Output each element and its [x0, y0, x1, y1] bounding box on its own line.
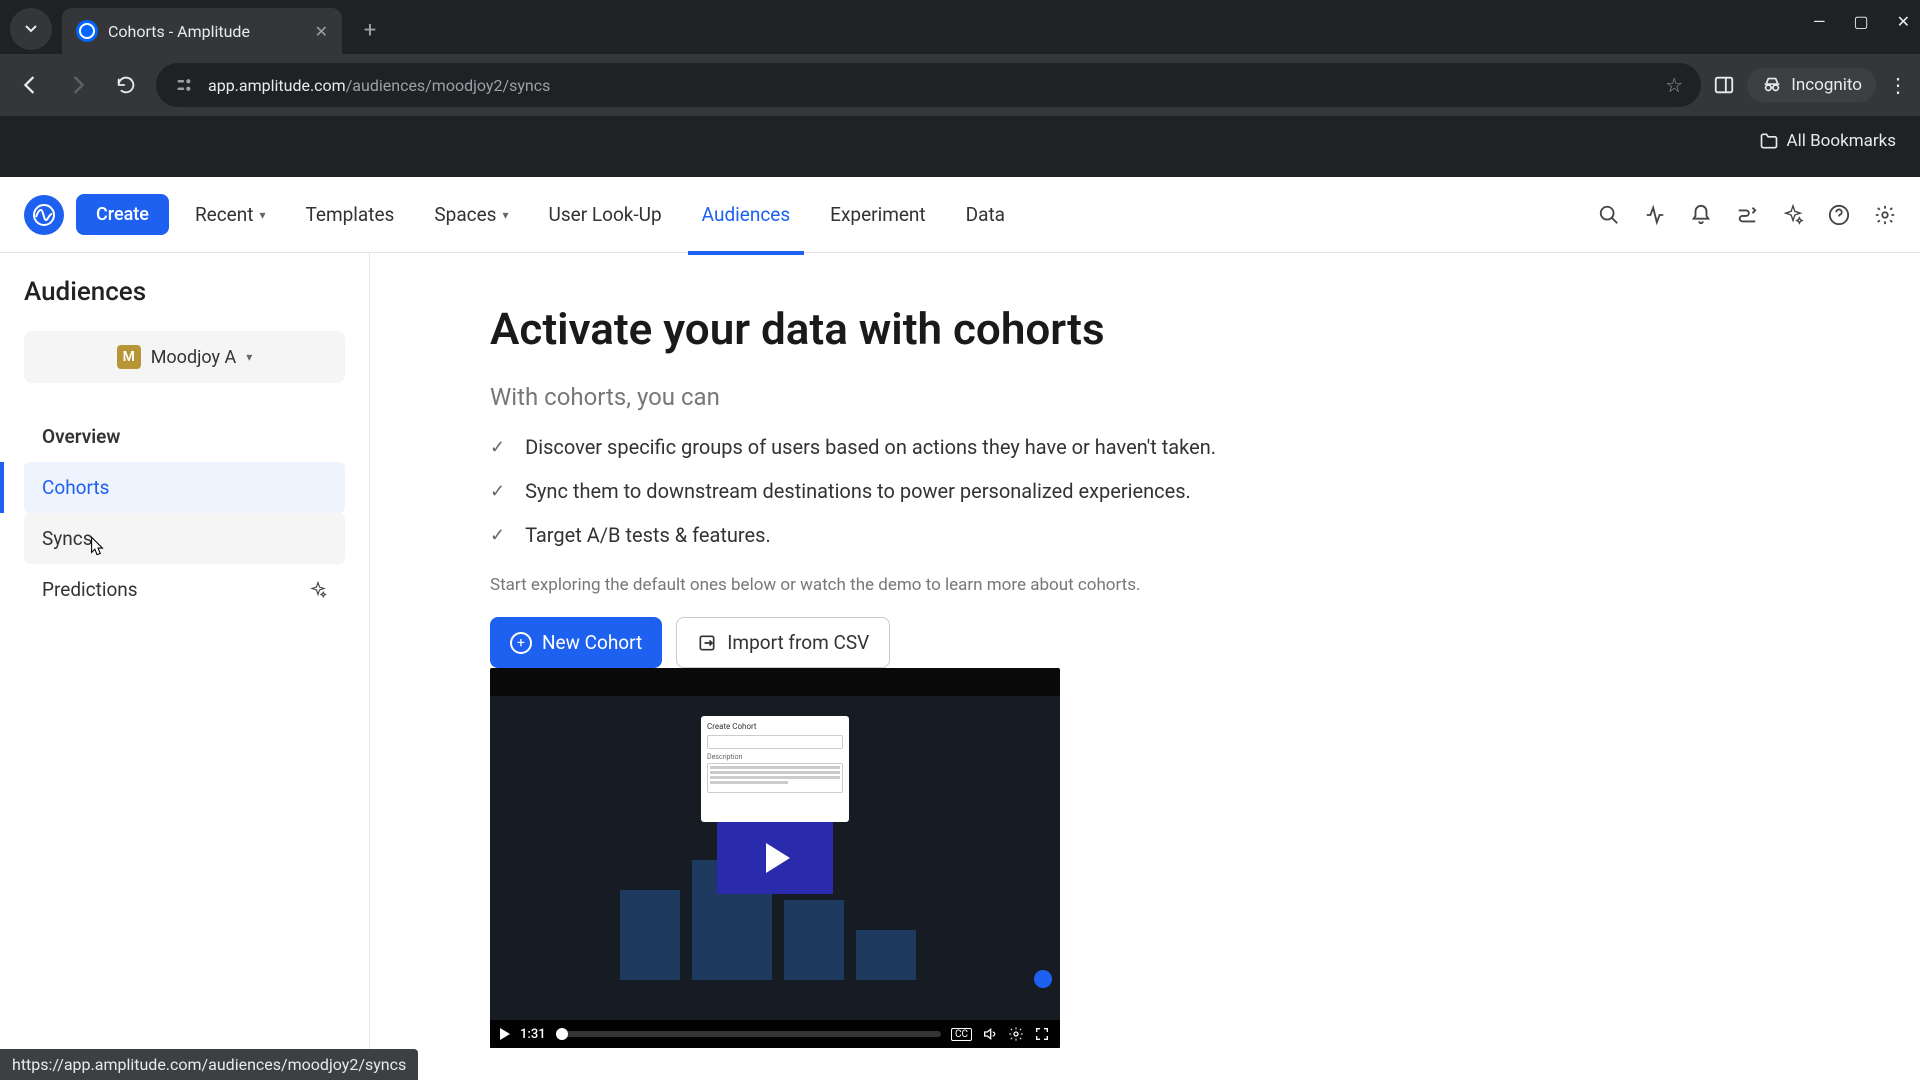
maximize-icon[interactable]: ▢ — [1853, 12, 1868, 31]
browser-menu-icon[interactable]: ⋮ — [1888, 73, 1908, 97]
nav-spaces[interactable]: Spaces ▾ — [420, 193, 522, 236]
tab-title: Cohorts - Amplitude — [108, 22, 305, 41]
video-time: 1:31 — [520, 1027, 546, 1042]
amplitude-favicon-icon — [76, 20, 98, 42]
close-icon[interactable]: ✕ — [315, 22, 328, 41]
browser-tab[interactable]: Cohorts - Amplitude ✕ — [62, 8, 342, 54]
play-icon — [766, 843, 790, 873]
nav-recent[interactable]: Recent ▾ — [181, 193, 280, 236]
arrow-left-icon — [19, 74, 41, 96]
url-field[interactable]: app.amplitude.com/audiences/moodjoy2/syn… — [156, 63, 1701, 107]
sidebar-item-predictions[interactable]: Predictions — [24, 564, 345, 615]
nav-user-lookup[interactable]: User Look-Up — [535, 193, 676, 236]
new-cohort-button[interactable]: + New Cohort — [490, 617, 662, 668]
bookmark-star-icon[interactable]: ☆ — [1665, 73, 1683, 97]
chevron-down-icon: ▾ — [259, 208, 265, 222]
sidebar-item-cohorts[interactable]: Cohorts — [24, 462, 345, 513]
chevron-down-icon: ▾ — [246, 350, 252, 364]
sidebar-nav: Overview Cohorts Syncs Predictions — [24, 411, 345, 615]
side-panel-icon[interactable] — [1713, 74, 1735, 96]
window-controls: — ▢ ✕ — [1813, 12, 1910, 31]
flow-icon[interactable] — [1736, 204, 1758, 226]
chevron-down-icon — [24, 22, 38, 36]
bookmarks-bar: All Bookmarks — [0, 116, 1920, 166]
address-bar: app.amplitude.com/audiences/moodjoy2/syn… — [0, 54, 1920, 116]
folder-icon — [1759, 131, 1779, 151]
sidebar-title: Audiences — [24, 277, 345, 307]
fullscreen-icon[interactable] — [1034, 1026, 1050, 1042]
url-text: app.amplitude.com/audiences/moodjoy2/syn… — [208, 76, 550, 95]
app-body: Audiences M Moodjoy A ▾ Overview Cohorts… — [0, 253, 1920, 1080]
sidebar-item-syncs[interactable]: Syncs — [24, 513, 345, 564]
minimize-icon[interactable]: — — [1813, 12, 1826, 31]
gear-icon[interactable] — [1874, 204, 1896, 226]
import-csv-button[interactable]: Import from CSV — [676, 617, 890, 668]
play-button[interactable] — [717, 822, 833, 894]
captions-icon[interactable]: CC — [951, 1028, 972, 1041]
workspace-name: Moodjoy A — [151, 347, 237, 368]
check-icon: ✓ — [490, 525, 505, 546]
bell-icon[interactable] — [1690, 204, 1712, 226]
action-buttons: + New Cohort Import from CSV — [490, 617, 1800, 668]
bullet-list: ✓ Discover specific groups of users base… — [490, 435, 1800, 547]
new-tab-button[interactable]: + — [352, 12, 388, 48]
nav-experiment[interactable]: Experiment — [816, 193, 939, 236]
app: Create Recent ▾ Templates Spaces ▾ User … — [0, 177, 1920, 1080]
import-icon — [697, 633, 717, 653]
sparkle-icon — [309, 581, 327, 599]
sparkle-icon[interactable] — [1782, 204, 1804, 226]
header-icons — [1598, 204, 1896, 226]
video-dialog-preview: Create Cohort Description — [701, 716, 849, 822]
reload-button[interactable] — [108, 67, 144, 103]
help-icon[interactable] — [1828, 204, 1850, 226]
forward-button — [60, 67, 96, 103]
play-icon[interactable] — [500, 1028, 510, 1040]
incognito-indicator[interactable]: Incognito — [1747, 68, 1876, 102]
sidebar: Audiences M Moodjoy A ▾ Overview Cohorts… — [0, 253, 370, 1080]
activity-icon[interactable] — [1644, 204, 1666, 226]
all-bookmarks-button[interactable]: All Bookmarks — [1759, 131, 1896, 151]
browser-chrome: Cohorts - Amplitude ✕ + — ▢ ✕ app.amplit… — [0, 0, 1920, 177]
video-progress[interactable] — [556, 1031, 941, 1037]
back-button[interactable] — [12, 67, 48, 103]
app-header: Create Recent ▾ Templates Spaces ▾ User … — [0, 177, 1920, 253]
amplitude-logo-icon — [32, 203, 56, 227]
site-settings-icon[interactable] — [174, 74, 196, 96]
tab-strip: Cohorts - Amplitude ✕ + — [0, 0, 1920, 54]
chevron-down-icon: ▾ — [503, 208, 509, 222]
main-content: Activate your data with cohorts With coh… — [370, 253, 1920, 1080]
search-icon[interactable] — [1598, 204, 1620, 226]
tab-search-button[interactable] — [10, 8, 52, 50]
nav-audiences[interactable]: Audiences — [688, 193, 805, 236]
arrow-right-icon — [67, 74, 89, 96]
nav-data[interactable]: Data — [952, 193, 1019, 236]
list-item: ✓ Discover specific groups of users base… — [490, 435, 1800, 459]
demo-video[interactable]: Create Cohort Description 1:31 — [490, 668, 1060, 1048]
list-item: ✓ Sync them to downstream destinations t… — [490, 479, 1800, 503]
workspace-badge: M — [117, 345, 141, 369]
check-icon: ✓ — [490, 481, 505, 502]
incognito-icon — [1761, 74, 1783, 96]
page-title: Activate your data with cohorts — [490, 303, 1800, 355]
close-window-icon[interactable]: ✕ — [1897, 12, 1910, 31]
page-subtitle: With cohorts, you can — [490, 383, 1800, 411]
amplitude-logo[interactable] — [24, 195, 64, 235]
plus-circle-icon: + — [510, 632, 532, 654]
volume-icon[interactable] — [982, 1026, 998, 1042]
sidebar-item-overview[interactable]: Overview — [24, 411, 345, 462]
create-button[interactable]: Create — [76, 194, 169, 235]
gear-icon[interactable] — [1008, 1026, 1024, 1042]
video-badge-icon — [1034, 970, 1052, 988]
video-controls: 1:31 CC — [490, 1020, 1060, 1048]
reload-icon — [115, 74, 137, 96]
check-icon: ✓ — [490, 437, 505, 458]
list-item: ✓ Target A/B tests & features. — [490, 523, 1800, 547]
status-bar: https://app.amplitude.com/audiences/mood… — [0, 1049, 418, 1080]
hint-text: Start exploring the default ones below o… — [490, 575, 1800, 595]
workspace-picker[interactable]: M Moodjoy A ▾ — [24, 331, 345, 383]
nav-templates[interactable]: Templates — [291, 193, 408, 236]
